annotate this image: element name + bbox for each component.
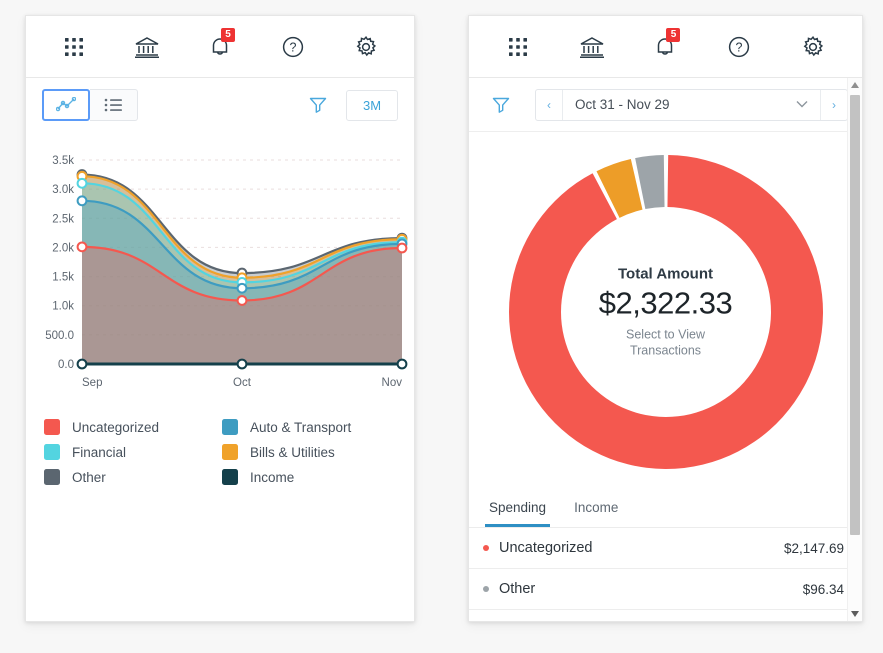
chart-legend: Uncategorized Auto & Transport Financial… bbox=[26, 401, 414, 485]
category-amount: $96.34 bbox=[802, 581, 844, 597]
svg-text:Oct: Oct bbox=[233, 377, 252, 389]
chart-toolbar: 3M bbox=[26, 78, 414, 132]
time-range-button[interactable]: 3M bbox=[346, 89, 398, 121]
scrollbar-thumb[interactable] bbox=[850, 95, 860, 535]
category-name: Other bbox=[499, 581, 536, 597]
next-period-button[interactable]: › bbox=[820, 89, 847, 120]
legend-item-uncategorized[interactable]: Uncategorized bbox=[44, 419, 222, 435]
apps-grid-icon[interactable] bbox=[54, 27, 94, 67]
scroll-down-arrow-icon[interactable] bbox=[848, 607, 862, 621]
legend-label: Other bbox=[72, 469, 106, 485]
svg-text:2.5k: 2.5k bbox=[52, 213, 74, 225]
area-chart-svg[interactable]: 0.0 500.0 1.0k 1.5k 2.0k 2.5k 3.0k 3.5k Sep Oct No… bbox=[30, 146, 414, 396]
apps-grid-icon[interactable] bbox=[498, 27, 538, 67]
chevron-down-icon bbox=[796, 99, 808, 111]
help-icon[interactable]: ? bbox=[719, 27, 759, 67]
date-range-select[interactable]: Oct 31 - Nov 29 bbox=[563, 90, 820, 120]
svg-text:Nov: Nov bbox=[382, 377, 403, 389]
svg-text:3.0k: 3.0k bbox=[52, 184, 74, 196]
svg-text:2.0k: 2.0k bbox=[52, 242, 74, 254]
legend-item-financial[interactable]: Financial bbox=[44, 444, 222, 460]
help-icon[interactable]: ? bbox=[273, 27, 313, 67]
bank-icon[interactable] bbox=[127, 27, 167, 67]
list-item[interactable]: Uncategorized $2,147.69 bbox=[469, 528, 862, 569]
list-item[interactable]: Other $96.34 bbox=[469, 569, 862, 610]
bell-icon[interactable]: 5 bbox=[645, 27, 685, 67]
legend-swatch bbox=[44, 419, 60, 435]
chart-view-button[interactable] bbox=[42, 89, 90, 121]
notification-badge: 5 bbox=[666, 27, 681, 42]
svg-text:?: ? bbox=[736, 40, 743, 54]
view-toggle-group bbox=[42, 89, 138, 121]
legend-swatch bbox=[222, 444, 238, 460]
filter-icon[interactable] bbox=[485, 89, 517, 121]
legend-label: Uncategorized bbox=[72, 419, 160, 435]
legend-label: Bills & Utilities bbox=[250, 444, 335, 460]
legend-swatch bbox=[222, 469, 238, 485]
donut-chart-svg[interactable] bbox=[501, 147, 831, 477]
legend-item-bills-utilities[interactable]: Bills & Utilities bbox=[222, 444, 400, 460]
svg-text:1.5k: 1.5k bbox=[52, 272, 74, 284]
category-color-dot bbox=[483, 545, 489, 551]
legend-swatch bbox=[44, 444, 60, 460]
area-chart: 0.0 500.0 1.0k 1.5k 2.0k 2.5k 3.0k 3.5k Sep Oct No… bbox=[26, 132, 414, 401]
prev-period-button[interactable]: ‹ bbox=[536, 89, 563, 120]
bell-icon[interactable]: 5 bbox=[200, 27, 240, 67]
category-name: Uncategorized bbox=[499, 540, 593, 556]
legend-item-auto-transport[interactable]: Auto & Transport bbox=[222, 419, 400, 435]
gear-icon[interactable] bbox=[346, 27, 386, 67]
filter-icon[interactable] bbox=[302, 89, 334, 121]
notification-badge: 5 bbox=[220, 27, 235, 42]
legend-swatch bbox=[44, 469, 60, 485]
app-header-left: 5 ? bbox=[26, 16, 414, 78]
donut-slice[interactable] bbox=[508, 155, 823, 469]
category-list: Uncategorized $2,147.69 Other $96.34 bbox=[469, 528, 862, 610]
legend-label: Income bbox=[250, 469, 295, 485]
svg-text:0.0: 0.0 bbox=[58, 359, 74, 371]
app-root: 5 ? 3M 0.0 500.0 1.0k 1.5k 2.0k 2.5k 3.0… bbox=[0, 0, 883, 653]
legend-item-other[interactable]: Other bbox=[44, 469, 222, 485]
list-view-button[interactable] bbox=[90, 89, 138, 121]
spending-card: 5 ? ‹ Oct 31 - Nov 29 › Total Amount $2,… bbox=[468, 15, 863, 622]
svg-text:Sep: Sep bbox=[82, 377, 102, 389]
svg-text:?: ? bbox=[289, 40, 296, 54]
gear-icon[interactable] bbox=[793, 27, 833, 67]
app-header-right: 5 ? bbox=[469, 16, 862, 78]
legend-label: Financial bbox=[72, 444, 127, 460]
legend-item-income[interactable]: Income bbox=[222, 469, 400, 485]
scroll-up-arrow-icon[interactable] bbox=[848, 78, 862, 92]
donut-chart: Total Amount $2,322.33 Select to View Tr… bbox=[469, 132, 862, 492]
legend-label: Auto & Transport bbox=[250, 419, 352, 435]
trends-card: 5 ? 3M 0.0 500.0 1.0k 1.5k 2.0k 2.5k 3.0… bbox=[25, 15, 415, 622]
svg-text:1.0k: 1.0k bbox=[52, 301, 74, 313]
tab-spending[interactable]: Spending bbox=[485, 492, 551, 527]
vertical-scrollbar[interactable] bbox=[847, 78, 862, 621]
category-color-dot bbox=[483, 586, 489, 592]
tab-income[interactable]: Income bbox=[570, 492, 622, 527]
date-range-text: Oct 31 - Nov 29 bbox=[575, 97, 670, 112]
bank-icon[interactable] bbox=[572, 27, 612, 67]
date-range-bar: ‹ Oct 31 - Nov 29 › bbox=[469, 78, 862, 132]
spending-income-tabs: Spending Income bbox=[469, 492, 862, 528]
date-range-picker: ‹ Oct 31 - Nov 29 › bbox=[535, 88, 848, 121]
legend-swatch bbox=[222, 419, 238, 435]
svg-text:500.0: 500.0 bbox=[45, 330, 74, 342]
category-amount: $2,147.69 bbox=[783, 540, 844, 556]
svg-text:3.5k: 3.5k bbox=[52, 155, 74, 167]
